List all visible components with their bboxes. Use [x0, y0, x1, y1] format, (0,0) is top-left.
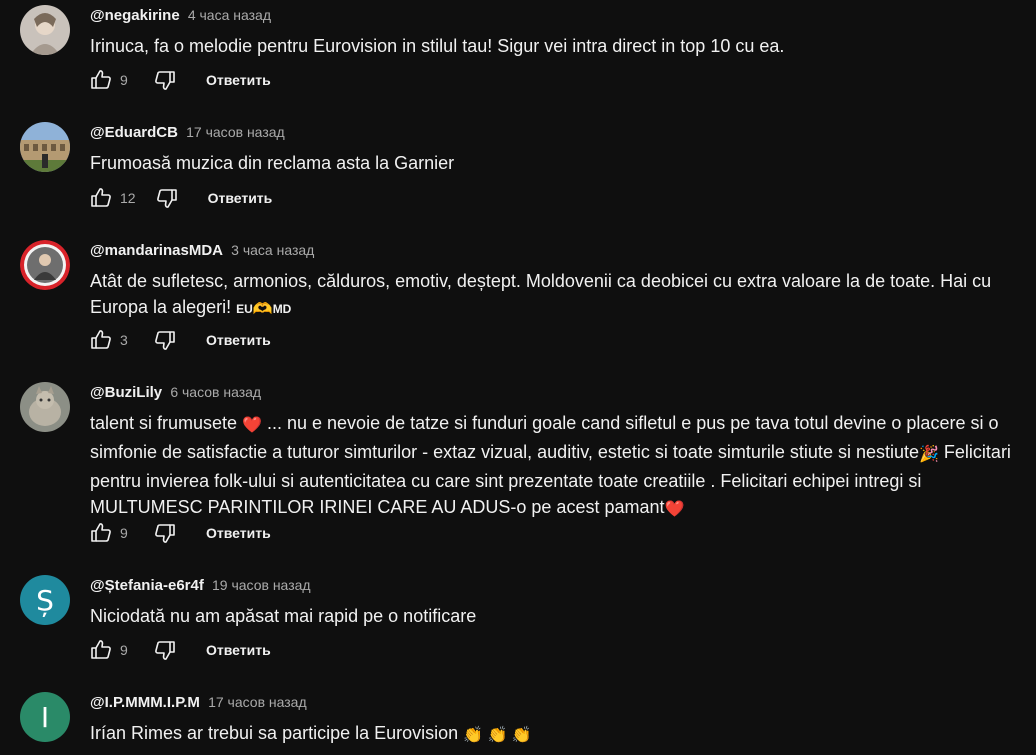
reply-button[interactable]: Ответить	[206, 525, 271, 541]
avatar[interactable]	[20, 240, 70, 290]
like-count: 12	[120, 190, 136, 206]
reply-button[interactable]: Ответить	[206, 642, 271, 658]
comment-text: Irían Rimes ar trebui sa participe la Eu…	[90, 720, 1025, 749]
comment-author[interactable]: @mandarinasMDA	[90, 242, 223, 259]
dislike-button[interactable]	[152, 637, 178, 663]
like-count: 3	[120, 332, 128, 348]
thumb-down-icon	[155, 524, 175, 543]
eu-flag-emoji: EU	[236, 302, 253, 316]
comment-timestamp[interactable]: 17 часов назад	[208, 694, 307, 710]
avatar[interactable]: Ș	[20, 575, 70, 625]
like-button[interactable]	[88, 185, 114, 211]
avatar[interactable]	[20, 122, 70, 172]
comment-text: Irinuca, fa o melodie pentru Eurovision …	[90, 36, 785, 56]
heart-emoji: ❤️	[242, 417, 262, 434]
comment-text-body: Irían Rimes ar trebui sa participe la Eu…	[90, 723, 464, 743]
comment-timestamp[interactable]: 6 часов назад	[170, 384, 261, 400]
comment-text-body: Atât de sufletesc, armonios, călduros, e…	[90, 271, 992, 317]
md-flag-emoji: MD	[272, 302, 292, 316]
dislike-button[interactable]	[152, 520, 178, 546]
like-button[interactable]	[88, 520, 114, 546]
avatar[interactable]: I	[20, 692, 70, 742]
thumb-up-icon	[91, 188, 111, 207]
dislike-button[interactable]	[152, 67, 178, 93]
comment-timestamp[interactable]: 19 часов назад	[212, 577, 311, 593]
thumb-up-icon	[91, 523, 111, 542]
thumb-down-icon	[155, 71, 175, 90]
dislike-button[interactable]	[154, 185, 180, 211]
like-count: 9	[120, 642, 128, 658]
comment-text: Niciodată nu am apăsat mai rapid pe o no…	[90, 606, 477, 626]
comment-text: talent si frumusete ❤️ ... nu e nevoie d…	[90, 410, 1025, 523]
reply-button[interactable]: Ответить	[206, 72, 271, 88]
like-button[interactable]	[88, 637, 114, 663]
avatar[interactable]	[20, 382, 70, 432]
thumb-up-icon	[91, 330, 111, 349]
reply-button[interactable]: Ответить	[208, 190, 273, 206]
heart-hands-emoji: 🫶	[252, 301, 273, 318]
comment-author[interactable]: @BuziLily	[90, 384, 162, 401]
heart-emoji: ❤️	[664, 501, 685, 518]
comment-author[interactable]: @EduardCB	[90, 124, 178, 141]
reply-button[interactable]: Ответить	[206, 332, 271, 348]
thumb-up-icon	[91, 70, 111, 89]
avatar[interactable]	[20, 5, 70, 55]
thumb-down-icon	[155, 641, 175, 660]
comment-timestamp[interactable]: 4 часа назад	[188, 7, 271, 23]
like-button[interactable]	[88, 327, 114, 353]
thumb-up-icon	[91, 640, 111, 659]
like-count: 9	[120, 525, 128, 541]
like-count: 9	[120, 72, 128, 88]
thumb-down-icon	[155, 331, 175, 350]
dislike-button[interactable]	[152, 327, 178, 353]
party-popper-emoji: 🎉	[919, 446, 939, 463]
comment-author[interactable]: @I.P.MMM.I.P.M	[90, 694, 200, 711]
comment-author[interactable]: @Ștefania-e6r4f	[90, 577, 204, 594]
thumb-down-icon	[156, 189, 177, 208]
comment-timestamp[interactable]: 3 часа назад	[231, 242, 314, 258]
comment-author[interactable]: @negakirine	[90, 7, 180, 24]
comment-text-part: talent si frumusete	[90, 413, 243, 433]
comment-timestamp[interactable]: 17 часов назад	[186, 124, 285, 140]
comment-text: Atât de sufletesc, armonios, călduros, e…	[90, 268, 1025, 323]
comment-text: Frumoasă muzica din reclama asta la Garn…	[90, 153, 455, 173]
clapping-hands-emoji: 👏 👏 👏	[463, 727, 532, 744]
like-button[interactable]	[88, 67, 114, 93]
